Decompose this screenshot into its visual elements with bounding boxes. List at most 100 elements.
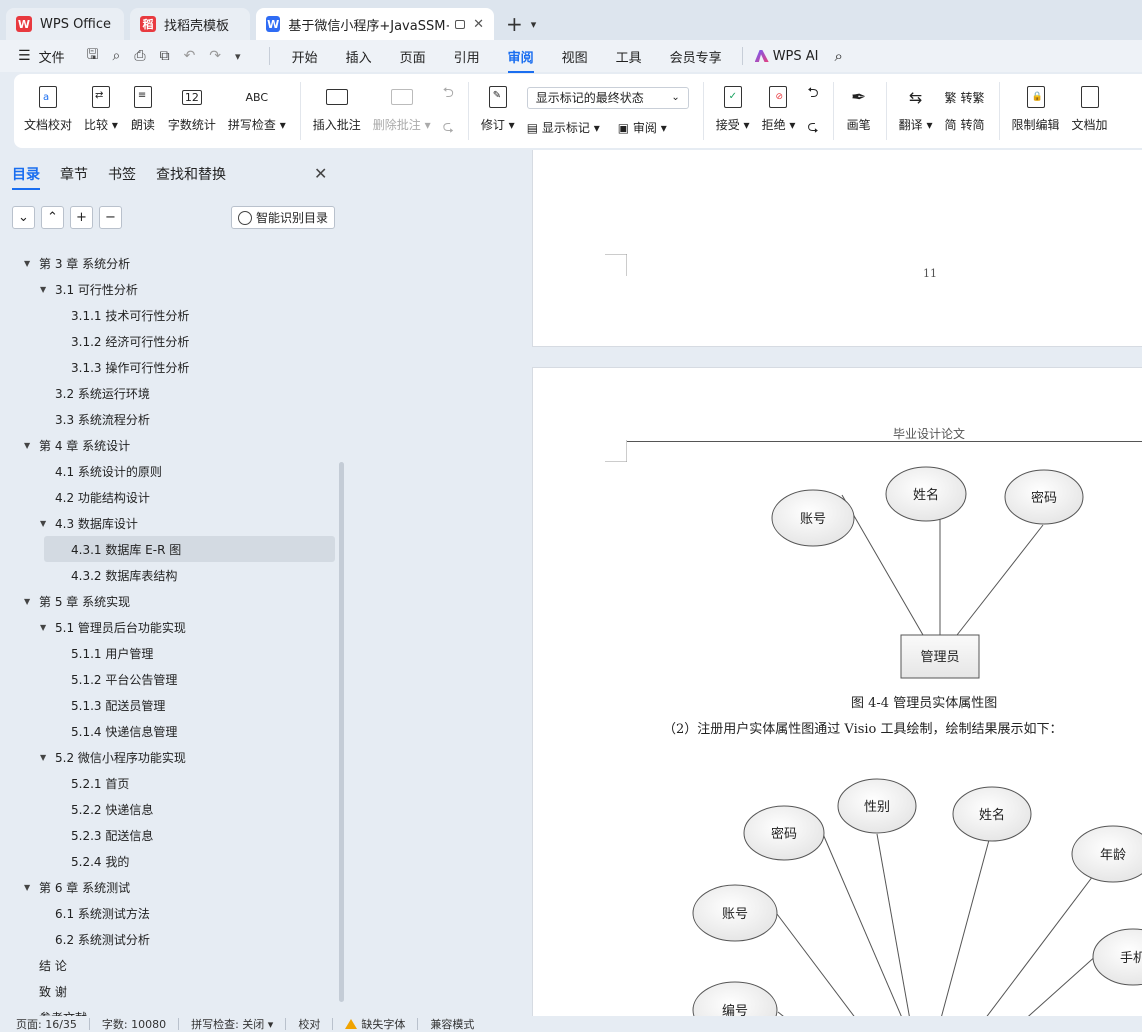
menu-view[interactable]: 视图 [562, 47, 588, 66]
nav-scrollbar[interactable] [339, 462, 344, 1002]
toc-item[interactable]: 致 谢 [0, 978, 340, 1004]
tab-find-replace[interactable]: 查找和替换 [156, 164, 226, 184]
toc-item[interactable]: ▼ 第 5 章 系统实现 [0, 588, 340, 614]
toc-item[interactable]: 3.3 系统流程分析 [0, 406, 340, 432]
toc-item[interactable]: ▼ 第 3 章 系统分析 [0, 250, 340, 276]
document-page[interactable]: 11 [532, 150, 1142, 347]
to-traditional-button[interactable]: 繁转繁 [945, 89, 985, 106]
page-indicator[interactable]: 页面: 16/35 [16, 1016, 77, 1032]
toc-item[interactable]: ▼ 5.2 微信小程序功能实现 [0, 744, 340, 770]
tab-chapters[interactable]: 章节 [60, 164, 88, 184]
document-page[interactable]: 毕业设计论文 账号 姓名 密码 管理员 密码 性别 姓名 年龄 账号 手机 编号… [532, 367, 1142, 1016]
file-menu[interactable]: ☰ 文件 [18, 47, 65, 66]
menu-review[interactable]: 审阅 [507, 47, 534, 73]
accept-button[interactable]: ✓ 接受 ▾ [716, 74, 750, 148]
toc-item[interactable]: 5.2.3 配送信息 [0, 822, 340, 848]
delete-comment-button[interactable]: 删除批注 ▾ [373, 74, 431, 148]
missing-font-indicator[interactable]: 缺失字体 [345, 1016, 405, 1032]
menu-home[interactable]: 开始 [292, 47, 318, 66]
spell-check-button[interactable]: ABC 拼写检查 ▾ [228, 74, 286, 148]
redo-icon[interactable]: ↷ [209, 48, 221, 64]
toc-item[interactable]: 4.3.2 数据库表结构 [0, 562, 340, 588]
monitor-icon[interactable] [455, 19, 466, 29]
revise-button[interactable]: ✎ 修订 ▾ [481, 74, 515, 148]
toc-item[interactable]: 5.1.2 平台公告管理 [0, 666, 340, 692]
show-markup-button[interactable]: ▤ 显示标记 ▾ [527, 119, 600, 136]
close-icon[interactable]: ✕ [314, 164, 327, 183]
menu-member[interactable]: 会员专享 [670, 47, 722, 66]
toc-item[interactable]: 6.1 系统测试方法 [0, 900, 340, 926]
reject-button[interactable]: ⊘ 拒绝 ▾ [762, 74, 795, 148]
tab-docer-templates[interactable]: 稻 找稻壳模板 [130, 8, 250, 40]
toc-item[interactable]: ▼ 第 4 章 系统设计 [0, 432, 340, 458]
collapse-triangle-icon[interactable]: ▼ [24, 259, 36, 268]
more-chevron-icon[interactable]: ▾ [235, 50, 241, 63]
collapse-triangle-icon[interactable]: ▼ [40, 753, 52, 762]
previous-revision-icon[interactable]: ⮌ [807, 82, 818, 106]
toc-item[interactable]: 5.2.4 我的 [0, 848, 340, 874]
previous-comment-icon[interactable]: ⮌ [443, 82, 454, 106]
next-revision-icon[interactable]: ⮎ [807, 116, 818, 140]
toc-item[interactable]: 4.3.1 数据库 E-R 图 [44, 536, 335, 562]
toc-item[interactable]: 3.1.2 经济可行性分析 [0, 328, 340, 354]
menu-tools[interactable]: 工具 [616, 47, 642, 66]
collapse-triangle-icon[interactable]: ▼ [24, 441, 36, 450]
toc-item[interactable]: 5.1.3 配送员管理 [0, 692, 340, 718]
translate-button[interactable]: ⇆ 翻译 ▾ [899, 74, 933, 148]
tab-toc[interactable]: 目录 [12, 164, 40, 190]
document-canvas[interactable]: 11 毕业设计论文 账号 姓名 密码 管理员 密码 性别 姓名 年龄 账号 手机… [346, 150, 1142, 1016]
print-icon[interactable]: ⎙ [134, 48, 145, 64]
toc-item[interactable]: 3.1.1 技术可行性分析 [0, 302, 340, 328]
format-painter-icon[interactable]: ⌕ [113, 48, 121, 64]
toc-item[interactable]: 4.2 功能结构设计 [0, 484, 340, 510]
collapse-triangle-icon[interactable]: ▼ [40, 623, 52, 632]
menu-insert[interactable]: 插入 [346, 47, 372, 66]
chevron-down-icon[interactable]: ⌄ [12, 206, 35, 229]
minus-icon[interactable]: − [99, 206, 122, 229]
smart-toc-button[interactable]: 智能识别目录 [231, 206, 335, 229]
tab-current-document[interactable]: W 基于微信小程序+JavaSSM+M ✕ [256, 8, 494, 40]
toc-item[interactable]: ▼ 第 6 章 系统测试 [0, 874, 340, 900]
next-comment-icon[interactable]: ⮎ [443, 116, 454, 140]
menu-page[interactable]: 页面 [400, 47, 426, 66]
undo-icon[interactable]: ↶ [184, 48, 196, 64]
toc-item[interactable]: 5.1.4 快递信息管理 [0, 718, 340, 744]
toc-item[interactable]: 3.1.3 操作可行性分析 [0, 354, 340, 380]
toc-item[interactable]: 结 论 [0, 952, 340, 978]
markup-state-select[interactable]: 显示标记的最终状态 ⌄ [526, 86, 689, 109]
spell-check-indicator[interactable]: 拼写检查: 关闭 ▾ [191, 1016, 273, 1032]
collapse-triangle-icon[interactable]: ▼ [40, 519, 52, 528]
toc-item[interactable]: 4.1 系统设计的原则 [0, 458, 340, 484]
toc-item[interactable]: 5.1.1 用户管理 [0, 640, 340, 666]
toc-item[interactable]: ▼ 3.1 可行性分析 [0, 276, 340, 302]
toc-item[interactable]: 5.2.2 快递信息 [0, 796, 340, 822]
tab-bookmarks[interactable]: 书签 [108, 164, 136, 184]
toc-item[interactable]: ▼ 4.3 数据库设计 [0, 510, 340, 536]
doc-proof-button[interactable]: a 文档校对 [24, 74, 72, 148]
to-simplified-button[interactable]: 简转简 [945, 116, 985, 133]
chevron-up-icon[interactable]: ⌃ [41, 206, 64, 229]
toc-item[interactable]: 5.2.1 首页 [0, 770, 340, 796]
toc-item[interactable]: ▼ 5.1 管理员后台功能实现 [0, 614, 340, 640]
chevron-down-icon[interactable]: ▾ [531, 18, 537, 31]
toc-item[interactable]: 3.2 系统运行环境 [0, 380, 340, 406]
new-tab-button[interactable]: + ▾ [506, 8, 536, 40]
insert-comment-button[interactable]: 插入批注 [313, 74, 361, 148]
proof-indicator[interactable]: 校对 [298, 1016, 320, 1032]
restrict-edit-button[interactable]: 🔒 限制编辑 [1012, 74, 1060, 148]
plus-icon[interactable]: + [70, 206, 93, 229]
read-aloud-button[interactable]: ≡ 朗读 [130, 74, 156, 148]
review-pane-button[interactable]: ▣ 审阅 ▾ [618, 119, 667, 136]
close-icon[interactable]: ✕ [473, 17, 484, 32]
tab-wps-office[interactable]: W WPS Office [6, 8, 124, 40]
word-count-button[interactable]: 12 字数统计 [168, 74, 216, 148]
word-count-indicator[interactable]: 字数: 10080 [102, 1016, 166, 1032]
collapse-triangle-icon[interactable]: ▼ [40, 285, 52, 294]
compare-button[interactable]: ⇄ 比较 ▾ [84, 74, 118, 148]
wps-ai-button[interactable]: WPS AI [754, 49, 819, 64]
save-icon[interactable]: 🖫 [87, 44, 99, 68]
toc-item[interactable]: 6.2 系统测试分析 [0, 926, 340, 952]
search-icon[interactable]: ⌕ [835, 47, 843, 65]
pen-button[interactable]: ✒ 画笔 [846, 74, 872, 148]
print-preview-icon[interactable]: ⧉ [160, 48, 170, 64]
